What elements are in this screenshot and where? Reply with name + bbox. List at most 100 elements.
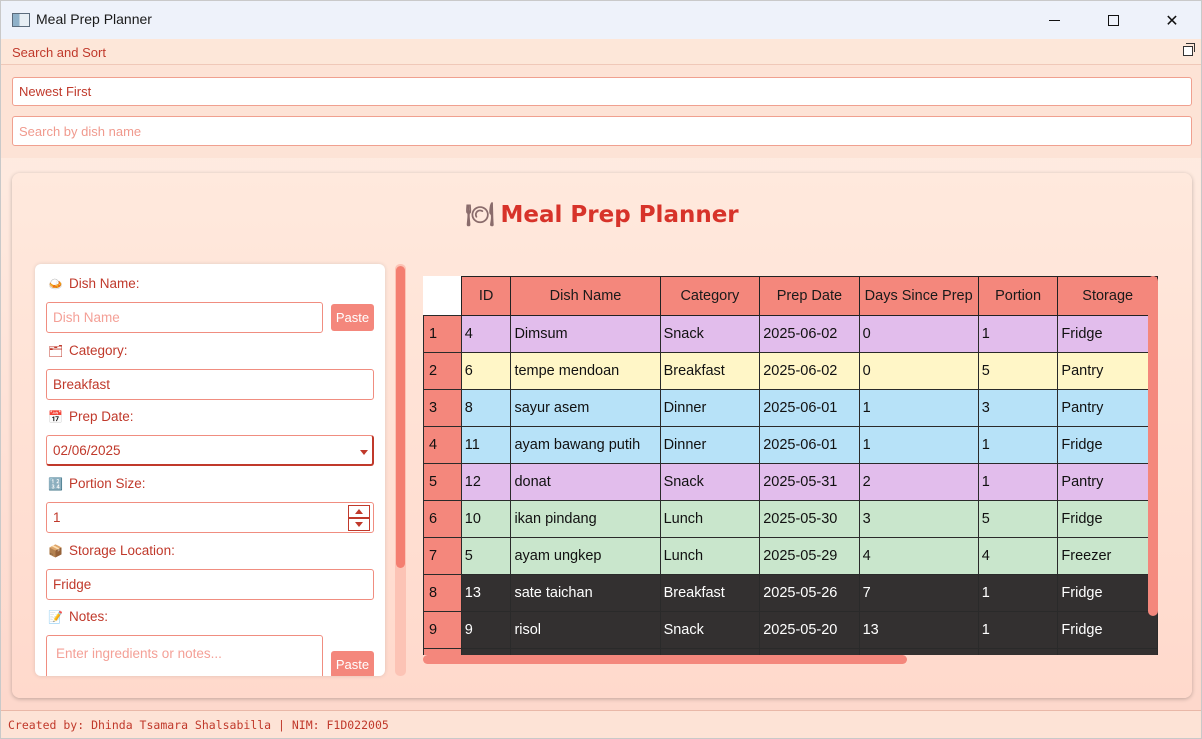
table-row[interactable]: 8 13 sate taichan Breakfast 2025-05-26 7 1 Frid… <box>423 574 1158 612</box>
table-cell[interactable]: 9 <box>460 611 512 649</box>
table-cell[interactable] <box>1057 648 1158 655</box>
table-cell[interactable]: ayam bawang putih <box>510 426 661 464</box>
form-scrollbar-thumb[interactable] <box>396 266 405 568</box>
table-cell[interactable]: 2025-05-31 <box>759 463 860 501</box>
column-header[interactable]: Category <box>659 276 761 316</box>
storage-select[interactable]: Fridge <box>46 569 374 600</box>
table-cell[interactable]: 0 <box>858 352 979 390</box>
sort-select[interactable]: Newest First <box>12 77 1192 106</box>
notes-textarea[interactable]: Enter ingredients or notes... <box>46 635 323 676</box>
table-cell[interactable]: sayur asem <box>510 389 661 427</box>
table-cell[interactable]: sate taichan <box>510 574 661 612</box>
table-cell[interactable]: 3 <box>858 500 979 538</box>
row-header[interactable]: 8 <box>423 574 462 612</box>
search-input[interactable]: Search by dish name <box>12 116 1192 146</box>
table-row[interactable]: 1 4 Dimsum Snack 2025-06-02 0 1 Fridge <box>423 315 1158 353</box>
table-cell[interactable]: 4 <box>977 537 1059 575</box>
table-cell[interactable]: 2025-06-02 <box>759 315 860 353</box>
table-cell[interactable]: 5 <box>977 352 1059 390</box>
table-cell[interactable]: Lunch <box>659 500 761 538</box>
table-cell[interactable]: 1 <box>977 463 1059 501</box>
dock-float-icon[interactable] <box>1183 43 1195 56</box>
table-cell[interactable]: 6 <box>460 352 512 390</box>
table-cell[interactable]: ikan pindang <box>510 500 661 538</box>
column-header[interactable]: Days Since Prep <box>858 276 979 316</box>
table-cell[interactable]: Fridge <box>1057 426 1158 464</box>
row-header[interactable]: 1 <box>423 315 462 353</box>
prep-date-input[interactable]: 02/06/2025 <box>46 435 374 466</box>
table-cell[interactable]: 0 <box>858 315 979 353</box>
form-scrollbar[interactable] <box>395 264 406 676</box>
row-header[interactable]: 9 <box>423 611 462 649</box>
table-cell[interactable]: risol <box>510 611 661 649</box>
table-cell[interactable]: tempe mendoan <box>510 352 661 390</box>
row-header[interactable]: 3 <box>423 389 462 427</box>
table-cell[interactable]: 5 <box>977 500 1059 538</box>
table-cell[interactable]: 7 <box>858 574 979 612</box>
table-row[interactable]: 9 9 risol Snack 2025-05-20 13 1 Fridge <box>423 611 1158 649</box>
table-cell[interactable]: 1 <box>858 389 979 427</box>
row-header[interactable]: 2 <box>423 352 462 390</box>
table-cell[interactable]: 2025-05-30 <box>759 500 860 538</box>
table-cell[interactable]: Fridge <box>1057 611 1158 649</box>
category-select[interactable]: Breakfast <box>46 369 374 400</box>
table-row[interactable]: 3 8 sayur asem Dinner 2025-06-01 1 3 Pantry <box>423 389 1158 427</box>
minimize-button[interactable] <box>1025 1 1083 39</box>
table-row[interactable]: 5 12 donat Snack 2025-05-31 2 1 Pantry <box>423 463 1158 501</box>
table-cell[interactable]: 4 <box>460 315 512 353</box>
table-row[interactable]: 2 6 tempe mendoan Breakfast 2025-06-02 0 5 Pant… <box>423 352 1158 390</box>
table-vertical-scrollbar[interactable] <box>1148 276 1158 616</box>
table-row[interactable]: 4 11 ayam bawang putih Dinner 2025-06-01 1 1 Fr… <box>423 426 1158 464</box>
table-cell[interactable]: Fridge <box>1057 315 1158 353</box>
dish-name-paste-button[interactable]: Paste <box>331 304 374 331</box>
stepper-up-button[interactable] <box>348 505 370 518</box>
table-row[interactable]: 6 10 ikan pindang Lunch 2025-05-30 3 5 Fridge <box>423 500 1158 538</box>
table-cell[interactable]: Breakfast <box>659 574 761 612</box>
chevron-down-icon[interactable] <box>360 450 368 455</box>
table-cell[interactable]: Fridge <box>1057 574 1158 612</box>
table-cell[interactable]: ayam ungkep <box>510 537 661 575</box>
row-header[interactable]: 5 <box>423 463 462 501</box>
table-cell[interactable]: Fridge <box>1057 500 1158 538</box>
stepper-down-button[interactable] <box>348 518 370 531</box>
dish-name-input[interactable]: Dish Name <box>46 302 323 333</box>
table-cell[interactable]: Snack <box>659 611 761 649</box>
column-header[interactable]: Dish Name <box>510 276 661 316</box>
table-cell[interactable]: Freezer <box>1057 537 1158 575</box>
table-cell[interactable]: 4 <box>858 537 979 575</box>
table-cell[interactable]: Pantry <box>1057 389 1158 427</box>
table-cell[interactable]: Snack <box>659 315 761 353</box>
table-cell[interactable]: 2 <box>858 463 979 501</box>
table-cell[interactable]: donat <box>510 463 661 501</box>
table-cell[interactable]: Dinner <box>659 426 761 464</box>
row-header[interactable]: 6 <box>423 500 462 538</box>
table-cell[interactable]: 8 <box>460 389 512 427</box>
table-cell[interactable]: 1 <box>977 574 1059 612</box>
table-cell[interactable]: Pantry <box>1057 463 1158 501</box>
table-cell[interactable]: 11 <box>460 426 512 464</box>
close-button[interactable]: ✕ <box>1143 1 1201 39</box>
row-header[interactable]: 7 <box>423 537 462 575</box>
table-cell[interactable]: Dimsum <box>510 315 661 353</box>
table-cell[interactable]: 12 <box>460 463 512 501</box>
column-header[interactable]: ID <box>460 276 512 316</box>
column-header[interactable]: Prep Date <box>759 276 860 316</box>
column-header[interactable]: Storage <box>1057 276 1158 316</box>
table-cell[interactable]: 2025-06-01 <box>759 426 860 464</box>
table-cell[interactable]: 13 <box>858 611 979 649</box>
table-cell[interactable]: Lunch <box>659 537 761 575</box>
table-cell[interactable] <box>977 648 1059 655</box>
row-header[interactable]: 4 <box>423 426 462 464</box>
table-cell[interactable]: Dinner <box>659 389 761 427</box>
table-cell[interactable]: 2025-06-01 <box>759 389 860 427</box>
table-cell[interactable]: 2025-05-26 <box>759 574 860 612</box>
table-cell[interactable]: 2025-05-29 <box>759 537 860 575</box>
table-cell[interactable]: 5 <box>460 537 512 575</box>
table-row[interactable]: 7 5 ayam ungkep Lunch 2025-05-29 4 4 Freezer <box>423 537 1158 575</box>
table-cell[interactable]: 10 <box>460 500 512 538</box>
notes-paste-button[interactable]: Paste <box>331 651 374 676</box>
table-cell[interactable]: Snack <box>659 463 761 501</box>
column-header[interactable]: Portion <box>977 276 1059 316</box>
table-cell[interactable]: 1 <box>858 426 979 464</box>
table-cell[interactable]: Pantry <box>1057 352 1158 390</box>
